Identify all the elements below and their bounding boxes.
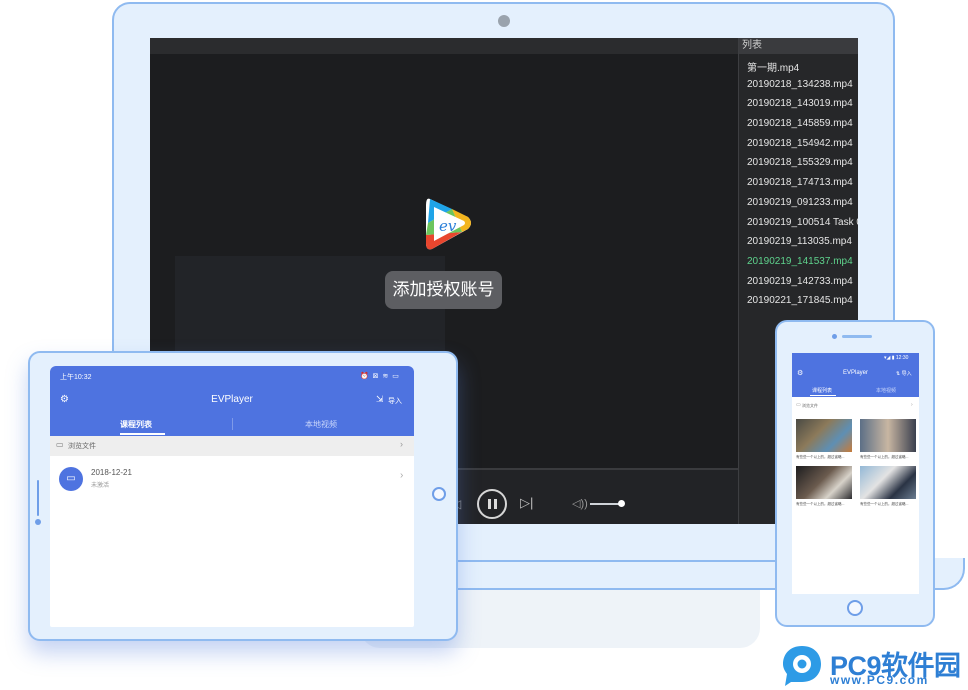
playlist: 第一期.mp4 20190218_134238.mp4 20190218_14301…: [747, 59, 858, 315]
playlist-item[interactable]: 20190219_091233.mp4: [747, 197, 858, 217]
tab-course-list[interactable]: 课程列表: [812, 387, 832, 394]
volume-slider-knob[interactable]: [618, 500, 625, 507]
pause-icon: [494, 499, 497, 509]
tab-course-list[interactable]: 课程列表: [120, 419, 152, 430]
import-button[interactable]: 导入: [388, 396, 402, 406]
playlist-item[interactable]: 20190221_171845.mp4: [747, 295, 858, 315]
playlist-item[interactable]: 20190219_100514 Task 02: [747, 217, 858, 237]
chevron-right-icon: ›: [400, 439, 403, 449]
tablet-home-button[interactable]: [432, 487, 446, 501]
course-status: 未激活: [91, 483, 110, 489]
status-icons: ▾◢ ▮ 12:30: [884, 355, 909, 361]
app-title: EVPlayer: [211, 394, 253, 405]
tab-divider: [232, 418, 233, 430]
volume-slider[interactable]: [590, 503, 620, 505]
video-thumbnail[interactable]: [860, 419, 916, 452]
next-icon[interactable]: ▷|: [520, 495, 533, 511]
playlist-item[interactable]: 20190219_141537.mp4: [747, 256, 858, 276]
playlist-item[interactable]: 20190218_134238.mp4: [747, 79, 858, 99]
import-button[interactable]: ⇅ 导入: [896, 370, 912, 377]
tab-local-video[interactable]: 本地视频: [305, 419, 337, 430]
tablet-side-dot: [35, 519, 41, 525]
video-caption: 有些些一个以上的。超过省略...: [796, 502, 845, 506]
phone-speaker: [842, 335, 872, 338]
laptop-camera: [498, 15, 510, 27]
player-title-bar: [150, 38, 738, 54]
chevron-right-icon[interactable]: ›: [400, 470, 403, 481]
browse-files-row[interactable]: [50, 436, 414, 456]
course-date[interactable]: 2018-12-21: [91, 468, 132, 477]
status-icons: ⏰ ⊠ ≋ ▭: [360, 373, 400, 380]
status-time: 上午10:32: [60, 374, 92, 381]
import-icon[interactable]: ⇲: [376, 394, 384, 405]
playlist-item[interactable]: 20190218_145859.mp4: [747, 118, 858, 138]
chevron-right-icon[interactable]: ›: [911, 402, 913, 408]
folder-icon: ▭: [796, 402, 801, 408]
playlist-header: 列表: [739, 38, 858, 54]
browse-files-label[interactable]: 浏览文件: [802, 403, 818, 409]
svg-text:ev: ev: [439, 217, 457, 235]
add-authorized-account-button[interactable]: 添加授权账号: [385, 271, 502, 309]
tab-local-video[interactable]: 本地视频: [876, 387, 896, 394]
playlist-item[interactable]: 20190218_155329.mp4: [747, 157, 858, 177]
playlist-item[interactable]: 第一期.mp4: [747, 59, 858, 79]
video-caption: 有些些一个以上的。超过省略...: [860, 455, 909, 459]
pause-icon: [488, 499, 491, 509]
folder-icon[interactable]: ▭: [59, 467, 83, 491]
playlist-item[interactable]: 20190219_142733.mp4: [747, 276, 858, 296]
video-thumbnail[interactable]: [796, 466, 852, 499]
video-thumbnail[interactable]: [860, 466, 916, 499]
playlist-item[interactable]: 20190218_174713.mp4: [747, 177, 858, 197]
phone-camera: [832, 334, 837, 339]
watermark-url: www.PC9.com: [830, 673, 929, 687]
tablet-side-button: [37, 480, 39, 516]
pause-button[interactable]: [477, 489, 507, 519]
folder-icon: ▭: [56, 440, 64, 449]
tab-active-indicator: [120, 433, 165, 435]
pc9-logo-icon: [783, 646, 821, 686]
playlist-item[interactable]: 20190218_154942.mp4: [747, 138, 858, 158]
browse-files-label: 浏览文件: [68, 443, 96, 450]
video-caption: 有些些一个以上的。超过省略...: [860, 502, 909, 506]
ev-logo-icon: ev: [426, 198, 471, 250]
tab-active-indicator: [810, 395, 836, 396]
volume-icon[interactable]: ◁)): [572, 497, 588, 510]
phone-app-screen: ▾◢ ▮ 12:30 ⚙ EVPlayer ⇅ 导入 课程列表 本地视频 ▭ 浏…: [792, 353, 919, 594]
phone-home-button[interactable]: [847, 600, 863, 616]
video-thumbnail[interactable]: [796, 419, 852, 452]
playlist-item[interactable]: 20190219_113035.mp4: [747, 236, 858, 256]
tablet-app-screen: 上午10:32 ⏰ ⊠ ≋ ▭ ⚙ EVPlayer ⇲ 导入 课程列表 本地视…: [50, 366, 414, 627]
playlist-item[interactable]: 20190218_143019.mp4: [747, 98, 858, 118]
video-caption: 有些些一个以上的。超过省略...: [796, 455, 845, 459]
